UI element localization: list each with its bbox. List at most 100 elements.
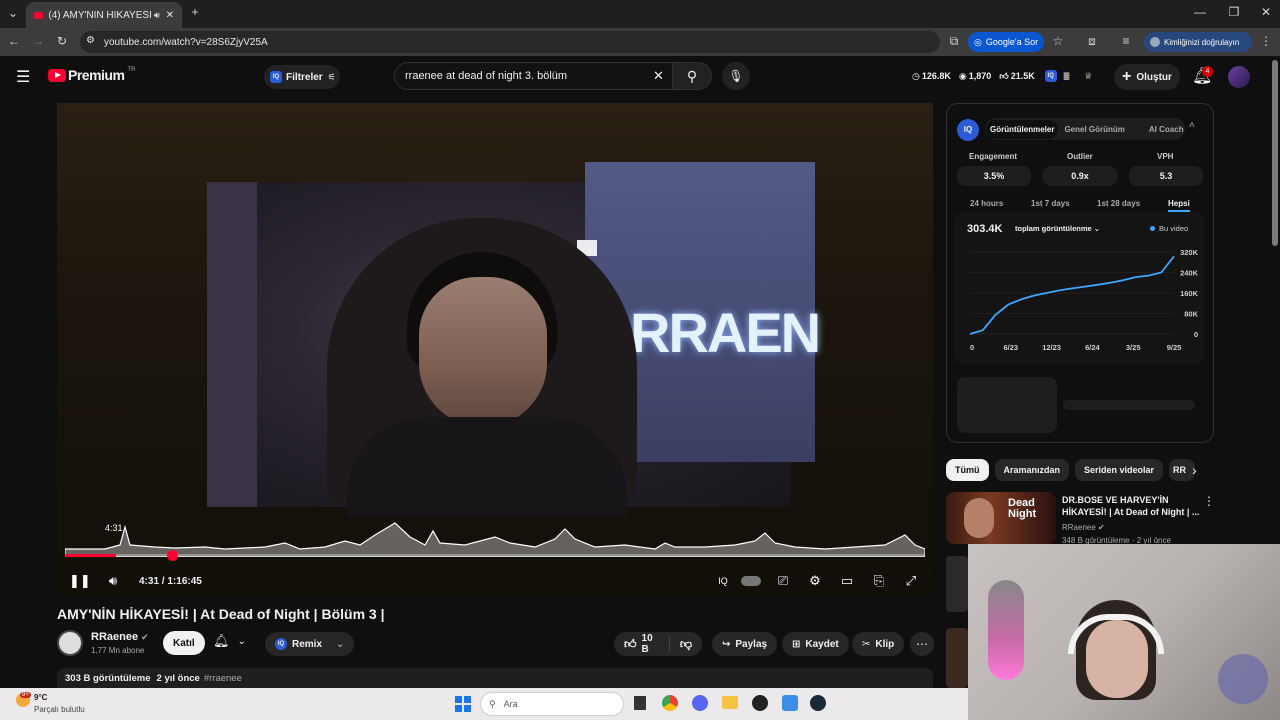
pause-icon[interactable]: ❚❚ (69, 573, 91, 589)
tab-overview[interactable]: Genel Görünüm (1064, 125, 1124, 134)
windows-start-icon[interactable] (455, 696, 471, 712)
video-player[interactable]: RRAEN 4:31 ❚❚ 🔊︎ 4:31 / 1:16:45 IQ ⎚ ⚙ ▭… (57, 103, 933, 596)
hamburger-menu-icon[interactable]: ☰ (16, 67, 30, 87)
tab-views[interactable]: Görüntülenmeler (986, 119, 1059, 139)
rec-thumbnail-2[interactable] (946, 556, 968, 612)
filters-button[interactable]: IQ Filtreler ⚟ (264, 65, 340, 89)
new-tab-icon[interactable]: + (185, 5, 205, 19)
like-icon[interactable]: 👍︎ (624, 637, 637, 652)
reload-icon[interactable]: ↻ (52, 34, 72, 48)
collapse-chevron-icon[interactable]: ˄ (1189, 120, 1195, 131)
chip-from-search[interactable]: Aramanızdan (994, 459, 1070, 481)
rec-title[interactable]: DR.BOSE VE HARVEY'İN HİKAYESİ! | At Dead … (1062, 494, 1202, 518)
trophy-icon[interactable]: ♕ (1084, 71, 1092, 82)
rec-channel[interactable]: RRaenee ✔ (1062, 523, 1105, 532)
browser-tab[interactable]: (4) AMY'NİN HİKAYESİ! | At 🔊︎ ✕ (26, 2, 182, 28)
range-28d[interactable]: 1st 28 days (1097, 199, 1140, 208)
search-button[interactable]: ⚲ (672, 62, 712, 90)
x-tick-label: 6/24 (1085, 343, 1100, 352)
extensions-icon[interactable]: ⧈ (1082, 34, 1102, 49)
subtitles-icon[interactable]: ⎚ (767, 573, 799, 589)
stat-eye: 1,870 (968, 71, 992, 81)
volume-icon[interactable]: 🔊︎ (103, 573, 123, 589)
webcam-overlay (968, 544, 1280, 720)
create-button[interactable]: + Oluştur (1114, 64, 1180, 90)
bookmark-star-icon[interactable]: ☆ (1048, 34, 1068, 48)
channel-name[interactable]: RRaenee ✔ (91, 631, 149, 643)
scissors-icon: ✂ (862, 638, 871, 650)
chrome-icon[interactable] (662, 695, 678, 711)
url-field[interactable]: ⚙ youtube.com/watch?v=28S6ZjyV25A (80, 31, 940, 53)
theater-mode-icon[interactable]: ▭ (831, 573, 863, 589)
rec-title-line2: HİKAYESİ! | At Dead of Night | ... (1062, 507, 1200, 517)
iq-logo-icon[interactable]: IQ (1044, 70, 1057, 82)
weather-badge: 9+ (20, 692, 31, 698)
browser-menu-icon[interactable]: ⋮ (1256, 34, 1276, 48)
photos-icon[interactable] (782, 695, 798, 711)
cast-page-icon[interactable]: ⧉ (944, 34, 964, 49)
dislike-icon[interactable]: 👎︎ (680, 637, 692, 652)
obs-icon[interactable] (752, 695, 768, 711)
progress-fill (65, 554, 116, 557)
google-ask-button[interactable]: ◎ Google'a Sor (968, 32, 1044, 52)
chip-all[interactable]: Tümü (946, 459, 989, 481)
fullscreen-icon[interactable]: ⤢ (895, 573, 927, 589)
discord-icon[interactable] (692, 695, 708, 711)
tab-ai-coach[interactable]: AI Coach (1149, 125, 1184, 134)
cast-icon[interactable]: ⎘ (863, 573, 895, 589)
notification-bell-button[interactable]: 🔔︎ ⌄ (213, 633, 246, 649)
channel-avatar[interactable] (57, 630, 83, 656)
search-input[interactable]: rraenee at dead of night 3. bölüm ✕ (394, 62, 674, 90)
list-icon[interactable]: ≣ (1063, 71, 1071, 82)
rec-more-icon[interactable]: ⋮ (1203, 494, 1215, 508)
progress-scrubber[interactable] (167, 550, 179, 561)
settings-gear-icon[interactable]: ⚙ (799, 573, 831, 589)
reading-list-icon[interactable]: ≡ (1116, 34, 1136, 48)
autoplay-toggle[interactable] (735, 574, 767, 589)
task-view-icon[interactable] (634, 696, 646, 710)
description-box[interactable]: 303 B görüntüleme 2 yıl önce #rraenee (57, 668, 933, 688)
range-all[interactable]: Hepsi (1168, 199, 1190, 212)
weather-desc: Parçalı bulutlu (34, 705, 85, 714)
forward-icon[interactable]: → (28, 34, 48, 48)
range-24h[interactable]: 24 hours (970, 199, 1003, 208)
verify-identity-label: Kimliğinizi doğrulayın (1164, 37, 1240, 47)
voice-search-button[interactable]: 🎙︎ (722, 62, 750, 90)
outlier-label: Outlier (1067, 152, 1093, 161)
save-button[interactable]: ⊞ Kaydet (782, 632, 849, 656)
page-scrollbar[interactable] (1272, 60, 1278, 246)
rec-thumbnail[interactable]: Dead Night (946, 492, 1056, 544)
taskbar-search[interactable]: ⚲ Ara (480, 692, 624, 716)
tab-search-icon[interactable]: ⌄ (3, 6, 23, 20)
window-close-icon[interactable]: ✕ (1256, 5, 1276, 19)
site-info-icon[interactable]: ⚙ (86, 35, 95, 46)
youtube-logo[interactable]: Premium TR (48, 67, 135, 83)
clip-button[interactable]: ✂ Klip (852, 632, 905, 656)
minimize-icon[interactable]: — (1190, 5, 1210, 19)
desc-hashtag[interactable]: #rraenee (204, 673, 242, 684)
progress-bar[interactable] (65, 554, 925, 557)
save-icon: ⊞ (792, 638, 801, 650)
maximize-icon[interactable]: ❐ (1224, 5, 1244, 19)
remix-button[interactable]: IQ Remix ⌄ (265, 632, 355, 656)
range-7d[interactable]: 1st 7 days (1031, 199, 1070, 208)
audio-icon[interactable]: 🔊︎ (154, 10, 160, 21)
share-button[interactable]: ↪ Paylaş (712, 632, 778, 656)
more-actions-icon[interactable]: ⋯ (910, 632, 934, 656)
x-tick-label: 12/23 (1042, 343, 1061, 352)
back-icon[interactable]: ← (4, 34, 24, 48)
join-button[interactable]: Katıl (163, 631, 205, 655)
tab-close-icon[interactable]: ✕ (166, 10, 174, 21)
temperature: 9°C (34, 693, 48, 702)
chips-next-chevron-icon[interactable]: › (1192, 462, 1197, 478)
clear-search-icon[interactable]: ✕ (653, 68, 664, 84)
account-avatar[interactable] (1228, 66, 1250, 88)
file-explorer-icon[interactable] (722, 696, 738, 709)
time-total: 1:16:45 (167, 575, 202, 587)
verify-identity-button[interactable]: Kimliğinizi doğrulayın (1144, 32, 1252, 52)
most-replayed-heatmap[interactable] (65, 517, 925, 557)
steam-icon[interactable] (810, 695, 826, 711)
iq-player-icon[interactable]: IQ (711, 576, 735, 586)
rec-thumbnail-3[interactable] (946, 628, 968, 688)
chip-series[interactable]: Seriden videolar (1075, 459, 1164, 481)
